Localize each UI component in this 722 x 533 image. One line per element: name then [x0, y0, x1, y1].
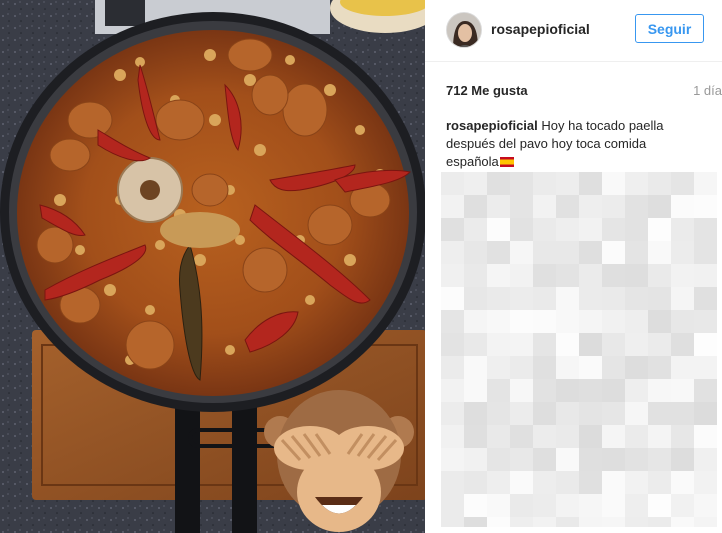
comments-blurred	[441, 172, 717, 527]
post-timestamp[interactable]: 1 día	[693, 83, 722, 98]
post-caption: rosapepioficial Hoy ha tocado paella des…	[446, 117, 686, 171]
post-stats: 712 Me gusta 1 día	[446, 83, 722, 103]
follow-button[interactable]: Seguir	[635, 14, 704, 43]
username-link[interactable]: rosapepioficial	[491, 21, 590, 37]
avatar[interactable]	[446, 12, 482, 48]
post-sidebar: rosapepioficial Seguir 712 Me gusta 1 dí…	[425, 0, 722, 533]
caption-username[interactable]: rosapepioficial	[446, 118, 538, 133]
likes-count[interactable]: 712 Me gusta	[446, 83, 528, 98]
post-photo[interactable]	[0, 0, 425, 533]
post-header: rosapepioficial Seguir	[425, 0, 722, 62]
flag-spain-icon	[499, 157, 514, 167]
pixelated-block	[441, 172, 717, 527]
